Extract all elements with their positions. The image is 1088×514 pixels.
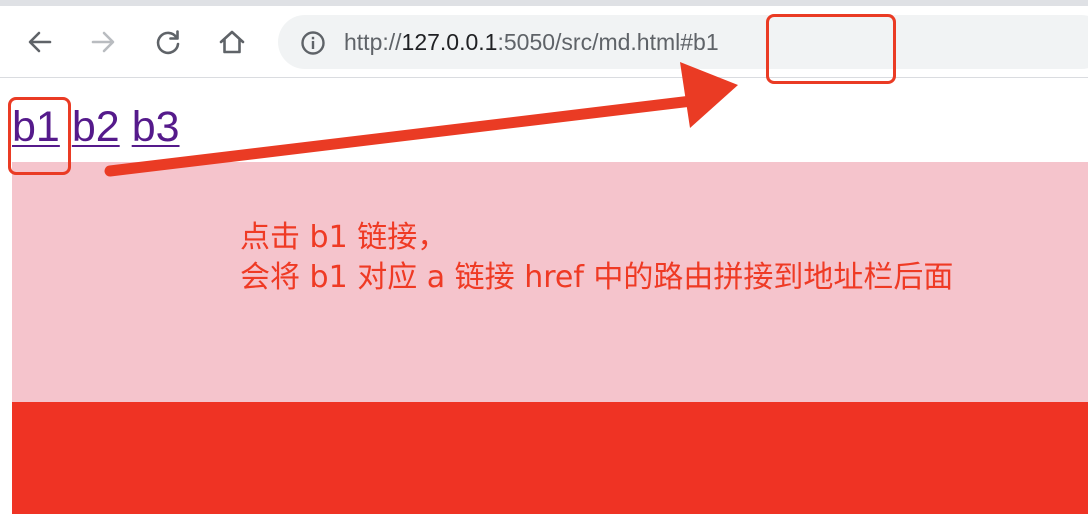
arrow-shaft: [104, 94, 706, 177]
address-bar[interactable]: http://127.0.0.1:5050/src/md.html#b1: [278, 15, 1088, 69]
reload-button[interactable]: [147, 21, 189, 63]
info-icon[interactable]: [300, 30, 326, 56]
annotation-text: 点击 b1 链接， 会将 b1 对应 a 链接 href 中的路由拼接到地址栏后…: [240, 218, 953, 298]
arrow-right-icon: [91, 31, 115, 53]
home-icon: [219, 30, 245, 54]
url-host: 127.0.0.1: [401, 29, 498, 55]
arrow-left-icon: [28, 31, 52, 53]
forward-button[interactable]: [82, 21, 124, 63]
reload-icon: [156, 30, 180, 55]
url-scheme: http://: [344, 29, 402, 55]
url-path: :5050/src/md.html#b1: [497, 29, 719, 55]
link-b2[interactable]: b2: [72, 103, 120, 151]
link-b3[interactable]: b3: [132, 103, 180, 151]
home-button[interactable]: [211, 21, 253, 63]
screenshot: http://127.0.0.1:5050/src/md.html#b1 b1 b…: [0, 0, 1088, 514]
url-text[interactable]: http://127.0.0.1:5050/src/md.html#b1: [344, 15, 719, 69]
back-button[interactable]: [19, 21, 61, 63]
section-b2: [12, 402, 1088, 514]
annotation-line-2: 会将 b1 对应 a 链接 href 中的路由拼接到地址栏后面: [240, 260, 954, 295]
url-highlight-box: [766, 14, 896, 84]
browser-toolbar: http://127.0.0.1:5050/src/md.html#b1: [0, 6, 1088, 78]
annotation-line-1: 点击 b1 链接，: [240, 220, 448, 255]
link-highlight-box: [8, 97, 71, 175]
